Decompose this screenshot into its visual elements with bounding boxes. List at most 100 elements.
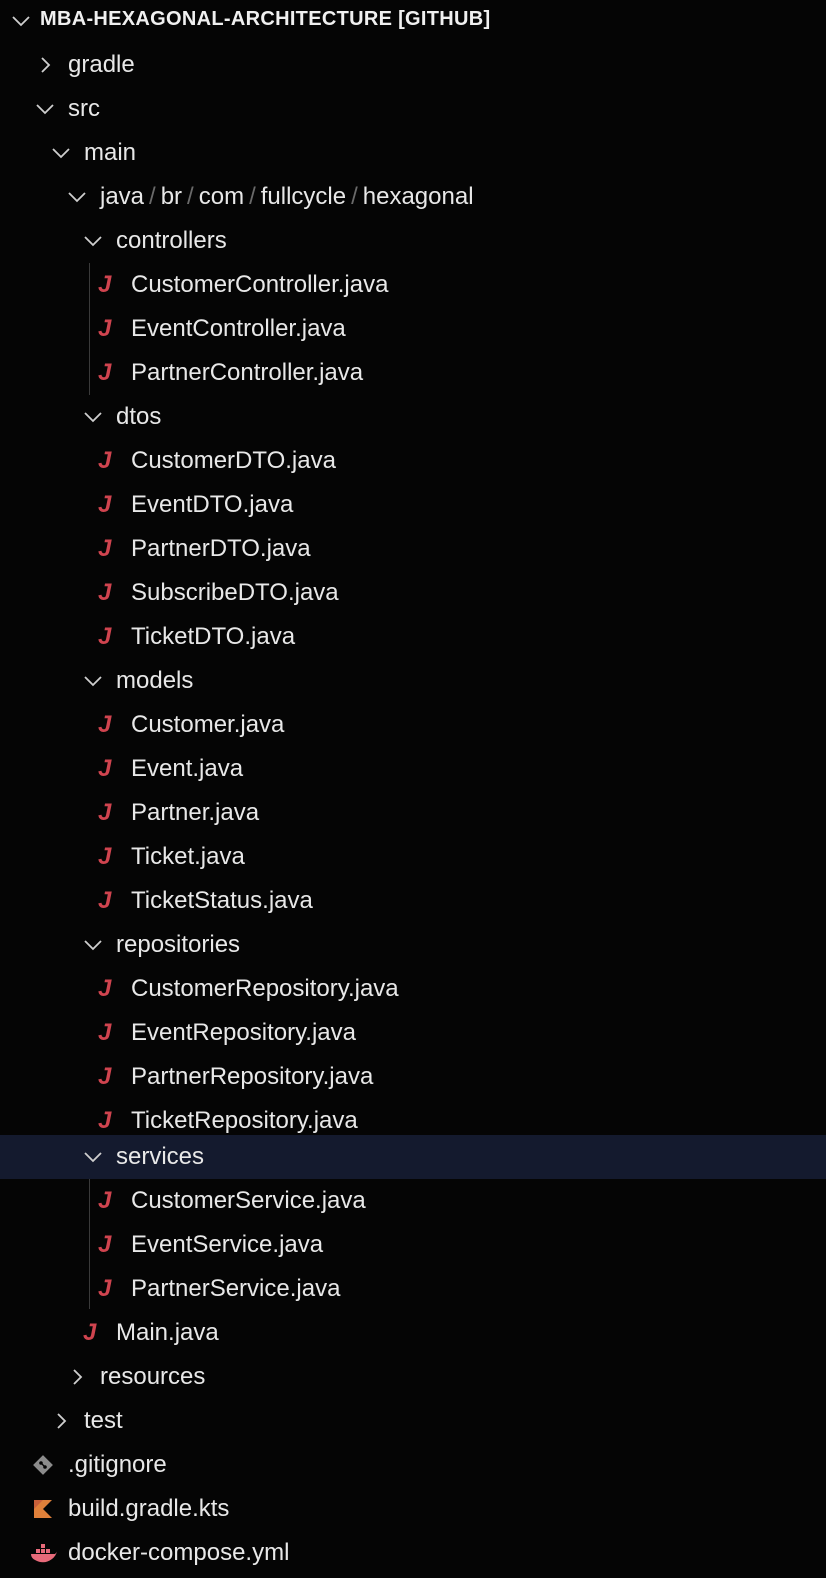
file-label: TicketRepository.java (131, 1107, 358, 1134)
git-icon (32, 1454, 54, 1481)
file-row[interactable]: J Main.java (0, 1311, 826, 1355)
file-row[interactable]: .gitignore (0, 1443, 826, 1487)
compact-folder-path: java / br / com / fullcycle / hexagonal (100, 183, 474, 211)
file-label: SubscribeDTO.java (131, 579, 339, 606)
path-segment[interactable]: java (100, 183, 144, 210)
file-row[interactable]: build.gradle.kts (0, 1487, 826, 1531)
file-label: Main.java (116, 1319, 219, 1346)
java-file-icon: J (98, 271, 112, 298)
file-label: build.gradle.kts (68, 1495, 230, 1522)
file-row[interactable]: J TicketDTO.java (0, 615, 826, 659)
file-row[interactable]: J CustomerService.java (0, 1179, 826, 1223)
chevron-down-icon (10, 10, 32, 32)
folder-label: main (84, 139, 137, 166)
file-label: EventDTO.java (131, 491, 294, 518)
java-file-icon: J (98, 447, 112, 474)
folder-label: gradle (68, 51, 135, 78)
folder-gradle[interactable]: gradle (0, 43, 826, 87)
file-label: Partner.java (131, 799, 260, 826)
java-file-icon: J (98, 491, 112, 518)
java-file-icon: J (98, 623, 112, 650)
folder-models[interactable]: models (0, 659, 826, 703)
chevron-down-icon (34, 98, 56, 120)
file-label: CustomerController.java (131, 271, 389, 298)
file-label: TicketDTO.java (131, 623, 296, 650)
java-file-icon: J (98, 1231, 112, 1258)
kotlin-icon (32, 1498, 54, 1525)
chevron-right-icon (66, 1366, 88, 1388)
file-label: Customer.java (131, 711, 285, 738)
path-separator: / (149, 183, 156, 210)
file-label: PartnerController.java (131, 359, 364, 386)
file-label: PartnerRepository.java (131, 1063, 374, 1090)
chevron-right-icon (34, 54, 56, 76)
path-segment[interactable]: fullcycle (261, 183, 346, 210)
file-row[interactable]: J Customer.java (0, 703, 826, 747)
explorer-header[interactable]: MBA-HEXAGONAL-ARCHITECTURE [GITHUB] (0, 0, 826, 43)
file-label: EventController.java (131, 315, 346, 342)
file-label: CustomerService.java (131, 1187, 366, 1214)
java-file-icon: J (98, 711, 112, 738)
folder-dtos[interactable]: dtos (0, 395, 826, 439)
file-row[interactable]: J SubscribeDTO.java (0, 571, 826, 615)
java-file-icon: J (98, 579, 112, 606)
folder-label: resources (100, 1363, 206, 1390)
file-row[interactable]: J CustomerRepository.java (0, 967, 826, 1011)
file-row[interactable]: J EventDTO.java (0, 483, 826, 527)
file-label: .gitignore (68, 1451, 167, 1478)
workspace-title: MBA-HEXAGONAL-ARCHITECTURE [GITHUB] (40, 8, 491, 30)
folder-resources[interactable]: resources (0, 1355, 826, 1399)
java-file-icon: J (98, 1107, 112, 1134)
java-file-icon: J (98, 799, 112, 826)
folder-repositories[interactable]: repositories (0, 923, 826, 967)
file-label: EventRepository.java (131, 1019, 356, 1046)
path-separator: / (187, 183, 194, 210)
path-segment[interactable]: br (161, 183, 182, 210)
file-row[interactable]: J Event.java (0, 747, 826, 791)
file-row[interactable]: J PartnerService.java (0, 1267, 826, 1311)
file-row[interactable]: J EventRepository.java (0, 1011, 826, 1055)
file-label: Ticket.java (131, 843, 245, 870)
file-row[interactable]: J PartnerController.java (0, 351, 826, 395)
folder-label: controllers (116, 227, 227, 254)
chevron-down-icon (82, 934, 104, 956)
file-row[interactable]: J EventService.java (0, 1223, 826, 1267)
folder-label: models (116, 667, 194, 694)
java-file-icon: J (98, 1063, 112, 1090)
path-segment[interactable]: com (199, 183, 244, 210)
folder-src[interactable]: src (0, 87, 826, 131)
java-file-icon: J (98, 887, 112, 914)
file-row[interactable]: J PartnerDTO.java (0, 527, 826, 571)
file-row[interactable]: J CustomerController.java (0, 263, 826, 307)
file-label: PartnerService.java (131, 1275, 341, 1302)
folder-label: test (84, 1407, 123, 1434)
file-label: CustomerDTO.java (131, 447, 336, 474)
docker-icon (30, 1543, 58, 1570)
file-row[interactable]: J Partner.java (0, 791, 826, 835)
chevron-down-icon (82, 670, 104, 692)
path-segment[interactable]: hexagonal (363, 183, 474, 210)
chevron-down-icon (66, 186, 88, 208)
file-row[interactable]: docker-compose.yml (0, 1531, 826, 1575)
java-file-icon: J (98, 315, 112, 342)
file-row[interactable]: J Ticket.java (0, 835, 826, 879)
file-label: PartnerDTO.java (131, 535, 311, 562)
folder-main[interactable]: main (0, 131, 826, 175)
folder-services[interactable]: services (0, 1135, 826, 1179)
file-row[interactable]: J PartnerRepository.java (0, 1055, 826, 1099)
java-file-icon: J (98, 843, 112, 870)
java-file-icon: J (98, 755, 112, 782)
file-explorer: MBA-HEXAGONAL-ARCHITECTURE [GITHUB] grad… (0, 0, 826, 1578)
folder-controllers[interactable]: controllers (0, 219, 826, 263)
java-file-icon: J (83, 1319, 97, 1346)
java-file-icon: J (98, 1275, 112, 1302)
file-row[interactable]: J TicketStatus.java (0, 879, 826, 923)
folder-label: dtos (116, 403, 162, 430)
file-row[interactable]: J CustomerDTO.java (0, 439, 826, 483)
folder-test[interactable]: test (0, 1399, 826, 1443)
chevron-right-icon (50, 1410, 72, 1432)
folder-label: src (68, 95, 100, 122)
file-label: docker-compose.yml (68, 1539, 290, 1566)
file-row[interactable]: J EventController.java (0, 307, 826, 351)
folder-java-package[interactable]: java / br / com / fullcycle / hexagonal (0, 175, 826, 219)
